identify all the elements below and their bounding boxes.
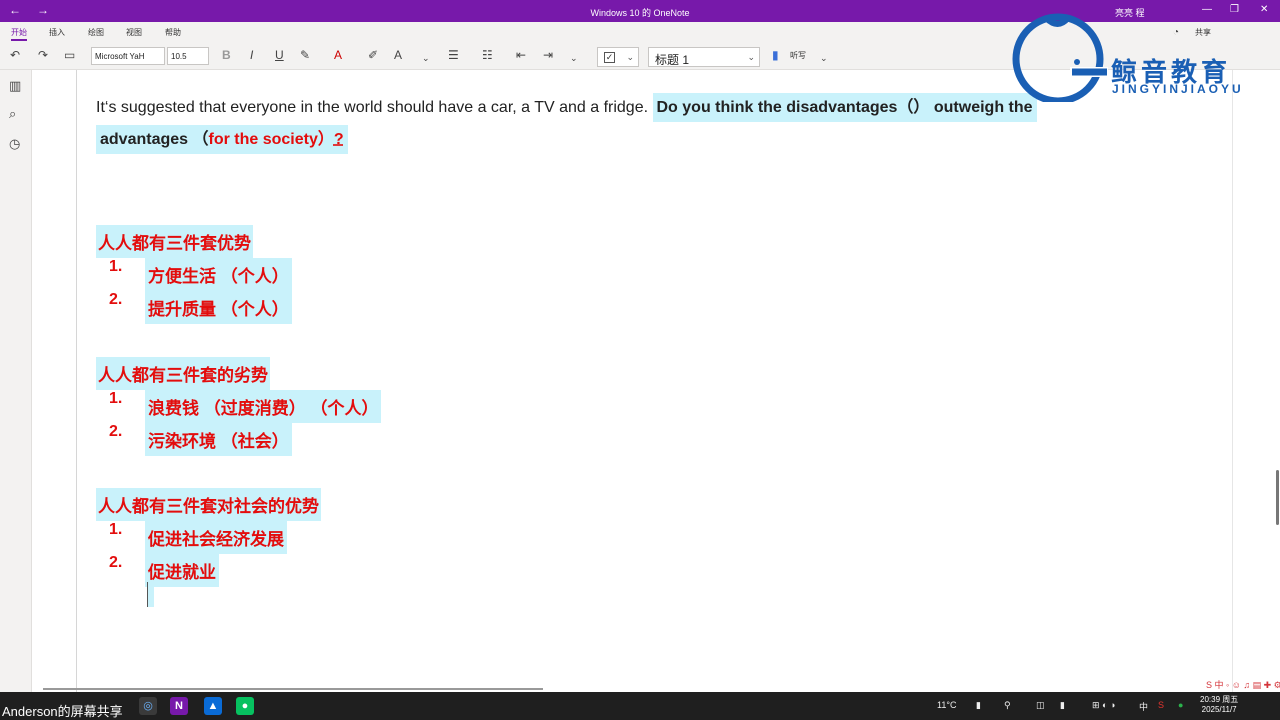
list-text: 促进就业: [145, 554, 219, 587]
question-mark: ?: [333, 131, 344, 148]
list-number: 1.: [109, 390, 123, 407]
format-painter-icon[interactable]: ✐: [368, 48, 378, 62]
list-number: 1.: [109, 521, 123, 538]
tab-home[interactable]: 开始: [11, 27, 27, 41]
numbered-list-icon[interactable]: ☷: [482, 48, 493, 62]
question-bold-line2: advantages （for the society）?: [96, 125, 348, 154]
font-color-icon[interactable]: A: [334, 48, 342, 62]
status-icon[interactable]: ●: [1178, 700, 1183, 710]
brand-logo: 鲸音教育 JINGYINJIAOYU: [1010, 12, 1280, 105]
section-heading[interactable]: 人人都有三件套优势: [96, 225, 253, 258]
list-number: 2.: [109, 291, 123, 308]
section-heading[interactable]: 人人都有三件套的劣势: [96, 357, 270, 390]
battery-icon[interactable]: ▮: [976, 700, 981, 711]
list-text: 提升质量 （个人）: [145, 291, 292, 324]
recent-clock-icon[interactable]: ◷: [9, 136, 20, 152]
clock-time: 20:39 周五: [1200, 695, 1239, 704]
list-number: 1.: [109, 258, 123, 275]
horizontal-scrollbar[interactable]: [43, 688, 543, 690]
search-icon[interactable]: ⌕: [9, 106, 16, 122]
dictate-button[interactable]: 听写: [790, 50, 806, 61]
screen-share-label: Anderson的屏幕共享: [2, 704, 123, 719]
people-icon[interactable]: ⚲: [1004, 700, 1011, 711]
clock-date: 2025/11/7: [1201, 705, 1237, 714]
list-text: 促进社会经济发展: [145, 521, 287, 554]
question-paragraph[interactable]: It‘s suggested that everyone in the worl…: [96, 92, 1126, 156]
chevron-down-icon: ⌄: [747, 52, 755, 62]
system-clock[interactable]: 20:39 周五 2025/11/7: [1200, 695, 1238, 715]
microphone-icon[interactable]: ▮: [772, 48, 779, 62]
wechat-icon[interactable]: ●: [236, 697, 254, 715]
tab-insert[interactable]: 插入: [49, 27, 65, 38]
bold-icon[interactable]: B: [222, 48, 231, 62]
style-value: 标题 1: [655, 53, 690, 67]
ime-toolbar[interactable]: S 中 ◦ ☺ ♫ ▤ ✚ ⚙: [1206, 678, 1280, 692]
tray-icons[interactable]: ⊞ ◐ ◑: [1092, 700, 1115, 711]
left-nav-pane: ▥ ⌕ ◷: [0, 70, 32, 692]
sogou-icon[interactable]: S: [1158, 700, 1164, 710]
font-size-field[interactable]: 10.5: [167, 47, 209, 65]
chevron-down-icon: ⌄: [626, 52, 634, 62]
bullet-list-icon[interactable]: ☰: [448, 48, 459, 62]
undo-icon[interactable]: ↶: [10, 48, 20, 62]
onenote-icon[interactable]: N: [170, 697, 188, 715]
chevron-down-icon[interactable]: ⌄: [570, 51, 578, 65]
weather-text[interactable]: 11°C: [937, 700, 956, 710]
chevron-down-icon[interactable]: ⌄: [820, 51, 828, 65]
page-margin-line: [76, 70, 77, 692]
style-dropdown[interactable]: 标题 1 ⌄: [648, 47, 760, 67]
question-plain-text: It‘s suggested that everyone in the worl…: [96, 99, 653, 116]
list-number: 2.: [109, 423, 123, 440]
font-name-field[interactable]: Microsoft YaH: [91, 47, 165, 65]
section-heading[interactable]: 人人都有三件套对社会的优势: [96, 488, 321, 521]
ime-indicator[interactable]: 中: [1139, 700, 1148, 713]
app-icon[interactable]: ◎: [139, 697, 157, 715]
question-close-paren: ）: [317, 131, 334, 148]
text-cursor: [147, 582, 154, 607]
list-text: 污染环境 （社会）: [145, 423, 292, 456]
logo-pinyin-text: JINGYINJIAOYU: [1112, 82, 1244, 96]
question-advantages: advantages （: [100, 131, 209, 148]
list-text: 浪费钱 （过度消费） （个人）: [145, 390, 382, 423]
vertical-scrollbar[interactable]: [1276, 470, 1279, 525]
question-bold-text: Do you think the disadvantages（） outweig…: [652, 93, 1037, 122]
chevron-down-icon[interactable]: ⌄: [422, 51, 430, 65]
tab-view[interactable]: 视图: [126, 27, 142, 38]
list-text: 方便生活 （个人）: [145, 258, 292, 291]
whale-logo-icon: [1012, 13, 1108, 105]
indent-icon[interactable]: ⇥: [543, 48, 553, 62]
tab-help[interactable]: 帮助: [165, 27, 181, 38]
italic-icon[interactable]: I: [250, 48, 253, 62]
network-icon[interactable]: ◫: [1036, 700, 1045, 711]
clipboard-icon[interactable]: ▭: [64, 48, 75, 62]
tab-draw[interactable]: 绘图: [88, 27, 104, 38]
notebooks-icon[interactable]: ▥: [9, 78, 21, 94]
redo-icon[interactable]: ↷: [38, 48, 48, 62]
highlighter-icon[interactable]: ✎: [300, 48, 310, 62]
taskbar: Anderson的屏幕共享 ◎ N ▲ ● 11°C ▮ ⚲ ◫ ▮ ⊞ ◐ ◑…: [0, 692, 1280, 720]
list-number: 2.: [109, 554, 123, 571]
checkbox-icon: ✓: [604, 52, 615, 63]
outdent-icon[interactable]: ⇤: [516, 48, 526, 62]
text-style-icon[interactable]: A: [394, 48, 402, 62]
page-margin-line: [1232, 70, 1233, 692]
todo-tag-button[interactable]: ✓ ⌄: [597, 47, 639, 67]
mail-icon[interactable]: ▲: [204, 697, 222, 715]
question-red-text: for the society: [208, 131, 318, 148]
underline-icon[interactable]: U: [275, 48, 284, 62]
microphone-tray-icon[interactable]: ▮: [1060, 700, 1065, 711]
